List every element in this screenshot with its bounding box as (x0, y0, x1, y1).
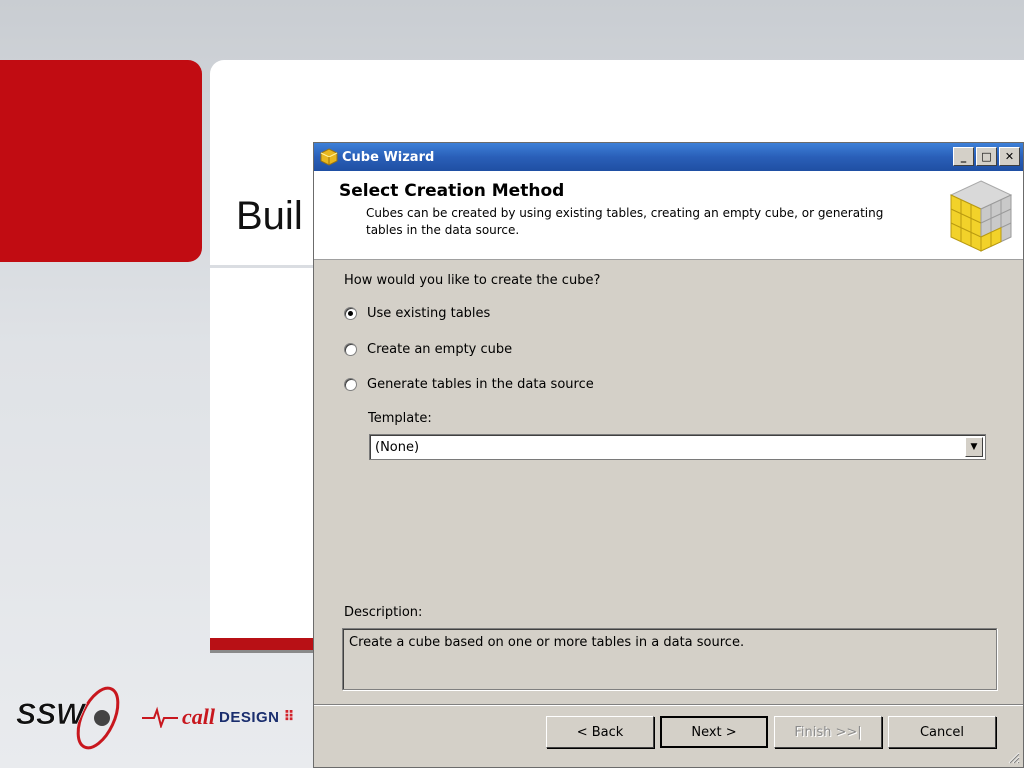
back-button[interactable]: < Back (546, 716, 654, 748)
ssw-logo: SSW (16, 686, 120, 750)
slide-title: Buil (236, 194, 303, 238)
close-button[interactable]: ✕ (999, 147, 1020, 166)
slide-red-block (0, 60, 202, 262)
cancel-button[interactable]: Cancel (888, 716, 996, 748)
title-bar[interactable]: Cube Wizard _ □ ✕ (314, 143, 1023, 171)
description-text: Create a cube based on one or more table… (349, 635, 745, 650)
dropdown-arrow-icon[interactable]: ▼ (965, 437, 983, 457)
ssw-logo-text: SSW (16, 698, 87, 731)
wizard-header: Select Creation Method Cubes can be crea… (314, 171, 1023, 260)
calldesign-design-text: DESIGN (219, 708, 280, 726)
radio-use-existing-tables[interactable] (344, 307, 357, 320)
page-description: Cubes can be created by using existing t… (366, 206, 884, 237)
creation-question: How would you like to create the cube? (344, 273, 601, 288)
calldesign-logo: call DESIGN ⠿ (142, 702, 294, 732)
calldesign-call-text: call (182, 704, 215, 729)
resize-grip-icon[interactable] (1006, 750, 1020, 764)
description-box: Create a cube based on one or more table… (342, 628, 997, 690)
radio-generate-tables[interactable] (344, 378, 357, 391)
option-generate-tables[interactable]: Generate tables in the data source (344, 377, 594, 392)
option-label[interactable]: Create an empty cube (367, 342, 512, 357)
button-separator (314, 704, 1023, 706)
window-controls: _ □ ✕ (953, 147, 1020, 166)
radio-create-empty-cube[interactable] (344, 343, 357, 356)
pulse-icon (142, 706, 178, 728)
cube-wizard-dialog: Cube Wizard _ □ ✕ Select Creation Method… (313, 142, 1024, 768)
option-create-empty-cube[interactable]: Create an empty cube (344, 342, 512, 357)
page-title: Select Creation Method (339, 181, 565, 201)
minimize-button[interactable]: _ (953, 147, 974, 166)
option-use-existing-tables[interactable]: Use existing tables (344, 306, 490, 321)
dots-icon: ⠿ (283, 709, 295, 725)
maximize-button[interactable]: □ (976, 147, 997, 166)
option-label[interactable]: Generate tables in the data source (367, 377, 594, 392)
description-label: Description: (344, 605, 423, 620)
template-select[interactable]: (None) ▼ (369, 434, 986, 460)
cube-icon (949, 180, 1013, 252)
cube-app-icon (320, 148, 338, 166)
template-select-value[interactable]: (None) (375, 440, 419, 455)
template-label: Template: (368, 411, 432, 426)
finish-button[interactable]: Finish >>| (774, 716, 882, 748)
option-label[interactable]: Use existing tables (367, 306, 490, 321)
window-title: Cube Wizard (342, 149, 435, 165)
next-button[interactable]: Next > (660, 716, 768, 748)
